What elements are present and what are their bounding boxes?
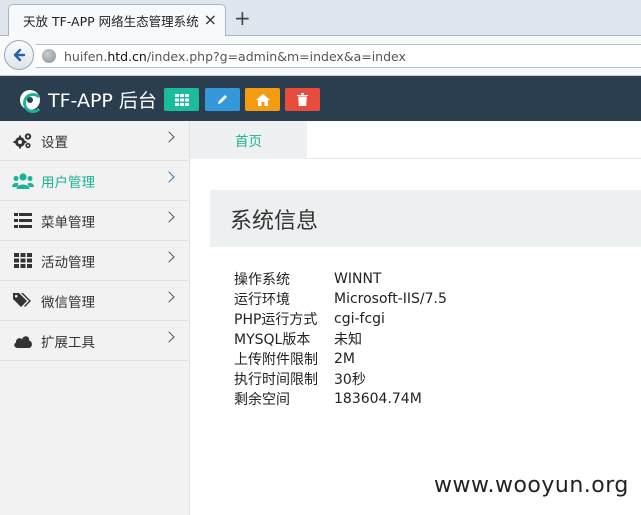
chevron-right-icon — [163, 131, 175, 143]
info-value: Microsoft-IIS/7.5 — [334, 291, 447, 307]
table-row: PHP运行方式 cgi-fcgi — [234, 309, 447, 329]
app-navbar: TF-APP 后台 — [0, 76, 641, 121]
info-key: PHP运行方式 — [234, 312, 318, 328]
chevron-right-icon — [163, 331, 175, 343]
url-text: huifen.htd.cn/index.php?g=admin&m=index&… — [64, 48, 406, 64]
sidebar-item-settings[interactable]: 设置 — [0, 121, 189, 161]
logo-icon — [20, 89, 43, 113]
info-key: 运行环境 — [234, 292, 290, 308]
url-input[interactable]: huifen.htd.cn/index.php?g=admin&m=index&… — [36, 44, 641, 68]
list-icon — [12, 211, 34, 231]
sidebar-item-tools[interactable]: 扩展工具 — [0, 321, 189, 361]
watermark: www.wooyun.org — [434, 473, 629, 498]
info-value: cgi-fcgi — [334, 311, 385, 327]
info-key: 执行时间限制 — [234, 372, 318, 388]
content-tab-strip: 首页 — [190, 121, 641, 159]
info-value: 183604.74M — [334, 391, 422, 407]
info-key: MYSQL版本 — [234, 332, 311, 348]
panel-title: 系统信息 — [230, 208, 319, 234]
sidebar-item-users[interactable]: 用户管理 — [0, 161, 189, 201]
tab-home[interactable]: 首页 — [190, 121, 307, 159]
sidebar-item-label: 扩展工具 — [41, 334, 95, 351]
main-content: 首页 系统信息 操作系统 WINNT 运行环境 Microsoft-IIS/7.5 … — [190, 121, 641, 515]
browser-tab[interactable]: 天放 TF-APP 网络生态管理系统 × — [8, 4, 226, 36]
table-row: 执行时间限制 30秒 — [234, 369, 447, 389]
users-icon — [12, 171, 34, 191]
browser-tab-title: 天放 TF-APP 网络生态管理系统 — [23, 14, 199, 29]
info-value: 2M — [334, 351, 355, 367]
table-row: 剩余空间 183604.74M — [234, 389, 447, 409]
gears-icon — [12, 131, 34, 151]
tags-icon — [12, 291, 34, 311]
sidebar-item-wechat[interactable]: 微信管理 — [0, 281, 189, 321]
sidebar: 设置 用户管理 菜单管理 活动管理 微信管理 扩展工具 — [0, 121, 190, 515]
edit-button[interactable] — [205, 88, 240, 111]
sidebar-item-label: 设置 — [41, 134, 68, 151]
grid-icon — [12, 251, 34, 271]
sidebar-item-menus[interactable]: 菜单管理 — [0, 201, 189, 241]
delete-button[interactable] — [285, 88, 320, 111]
close-icon[interactable]: × — [204, 12, 217, 28]
system-info-table: 操作系统 WINNT 运行环境 Microsoft-IIS/7.5 PHP运行方式 c… — [234, 269, 447, 409]
pencil-icon — [218, 95, 227, 104]
info-value: WINNT — [334, 271, 382, 287]
info-key: 剩余空间 — [234, 392, 290, 408]
sidebar-item-label: 活动管理 — [41, 254, 95, 271]
back-arrow-icon[interactable] — [4, 40, 34, 70]
system-info-panel: 系统信息 — [210, 190, 641, 247]
table-row: 操作系统 WINNT — [234, 269, 447, 289]
info-key: 操作系统 — [234, 272, 290, 288]
home-button[interactable] — [245, 88, 280, 111]
grid-icon — [174, 93, 189, 106]
table-row: MYSQL版本 未知 — [234, 329, 447, 349]
chevron-right-icon — [163, 211, 175, 223]
info-value: 30秒 — [334, 372, 366, 388]
home-icon — [255, 93, 270, 106]
info-value: 未知 — [334, 332, 362, 348]
sidebar-item-label: 菜单管理 — [41, 214, 95, 231]
brand-title: TF-APP 后台 — [48, 90, 157, 112]
chevron-right-icon — [163, 171, 175, 183]
globe-icon — [42, 49, 56, 63]
sidebar-item-activities[interactable]: 活动管理 — [0, 241, 189, 281]
sidebar-item-label: 微信管理 — [41, 294, 95, 311]
brand[interactable]: TF-APP 后台 — [20, 86, 157, 113]
chevron-right-icon — [163, 251, 175, 263]
sidebar-item-label: 用户管理 — [41, 174, 95, 191]
table-row: 运行环境 Microsoft-IIS/7.5 — [234, 289, 447, 309]
trash-icon — [297, 93, 308, 106]
address-bar: huifen.htd.cn/index.php?g=admin&m=index&… — [0, 36, 641, 76]
browser-tab-bar: 天放 TF-APP 网络生态管理系统 × + — [0, 0, 641, 36]
grid-button[interactable] — [164, 88, 199, 111]
new-tab-icon[interactable]: + — [234, 8, 251, 28]
info-key: 上传附件限制 — [234, 352, 318, 368]
cloud-icon — [12, 331, 34, 351]
table-row: 上传附件限制 2M — [234, 349, 447, 369]
chevron-right-icon — [163, 291, 175, 303]
